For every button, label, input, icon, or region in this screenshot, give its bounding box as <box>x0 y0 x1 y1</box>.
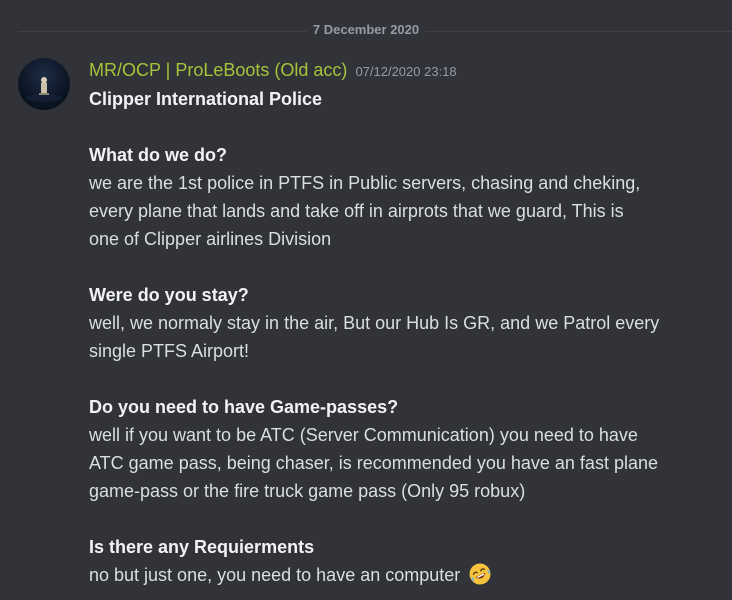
divider-line <box>18 31 732 32</box>
question-1: What do we do? <box>89 145 227 165</box>
answer-1-line-1: we are the 1st police in PTFS in Public … <box>89 173 641 193</box>
avatar[interactable] <box>18 58 70 110</box>
answer-1-line-2: every plane that lands and take off in a… <box>89 201 624 221</box>
message-header: MR/OCP | ProLeBoots (Old acc) 07/12/2020… <box>89 60 709 84</box>
question-4: Is there any Requierments <box>89 537 315 557</box>
answer-3-line-1: well if you want to be ATC (Server Commu… <box>89 425 638 445</box>
answer-2-line-1: well, we normaly stay in the air, But ou… <box>89 313 660 333</box>
message-content: Clipper International Police What do we … <box>89 85 709 589</box>
answer-4-line: no but just one, you need to have an com… <box>89 561 709 589</box>
question-2: Were do you stay? <box>89 285 249 305</box>
message-title: Clipper International Police <box>89 89 323 109</box>
rolling-on-the-floor-laughing-icon[interactable] <box>468 562 492 586</box>
answer-2-line-2: single PTFS Airport! <box>89 341 250 361</box>
answer-1-line-3: one of Clipper airlines Division <box>89 229 332 249</box>
question-3: Do you need to have Game-passes? <box>89 397 399 417</box>
answer-4-text: no but just one, you need to have an com… <box>89 565 461 585</box>
answer-3-line-3: game-pass or the fire truck game pass (O… <box>89 481 526 501</box>
answer-3-line-2: ATC game pass, being chaser, is recommen… <box>89 453 658 473</box>
date-divider-label: 7 December 2020 <box>306 22 426 37</box>
avatar-image <box>26 77 62 102</box>
message-timestamp[interactable]: 07/12/2020 23:18 <box>355 64 456 79</box>
author-name[interactable]: MR/OCP | ProLeBoots (Old acc) <box>89 60 347 81</box>
message: MR/OCP | ProLeBoots (Old acc) 07/12/2020… <box>89 60 709 589</box>
